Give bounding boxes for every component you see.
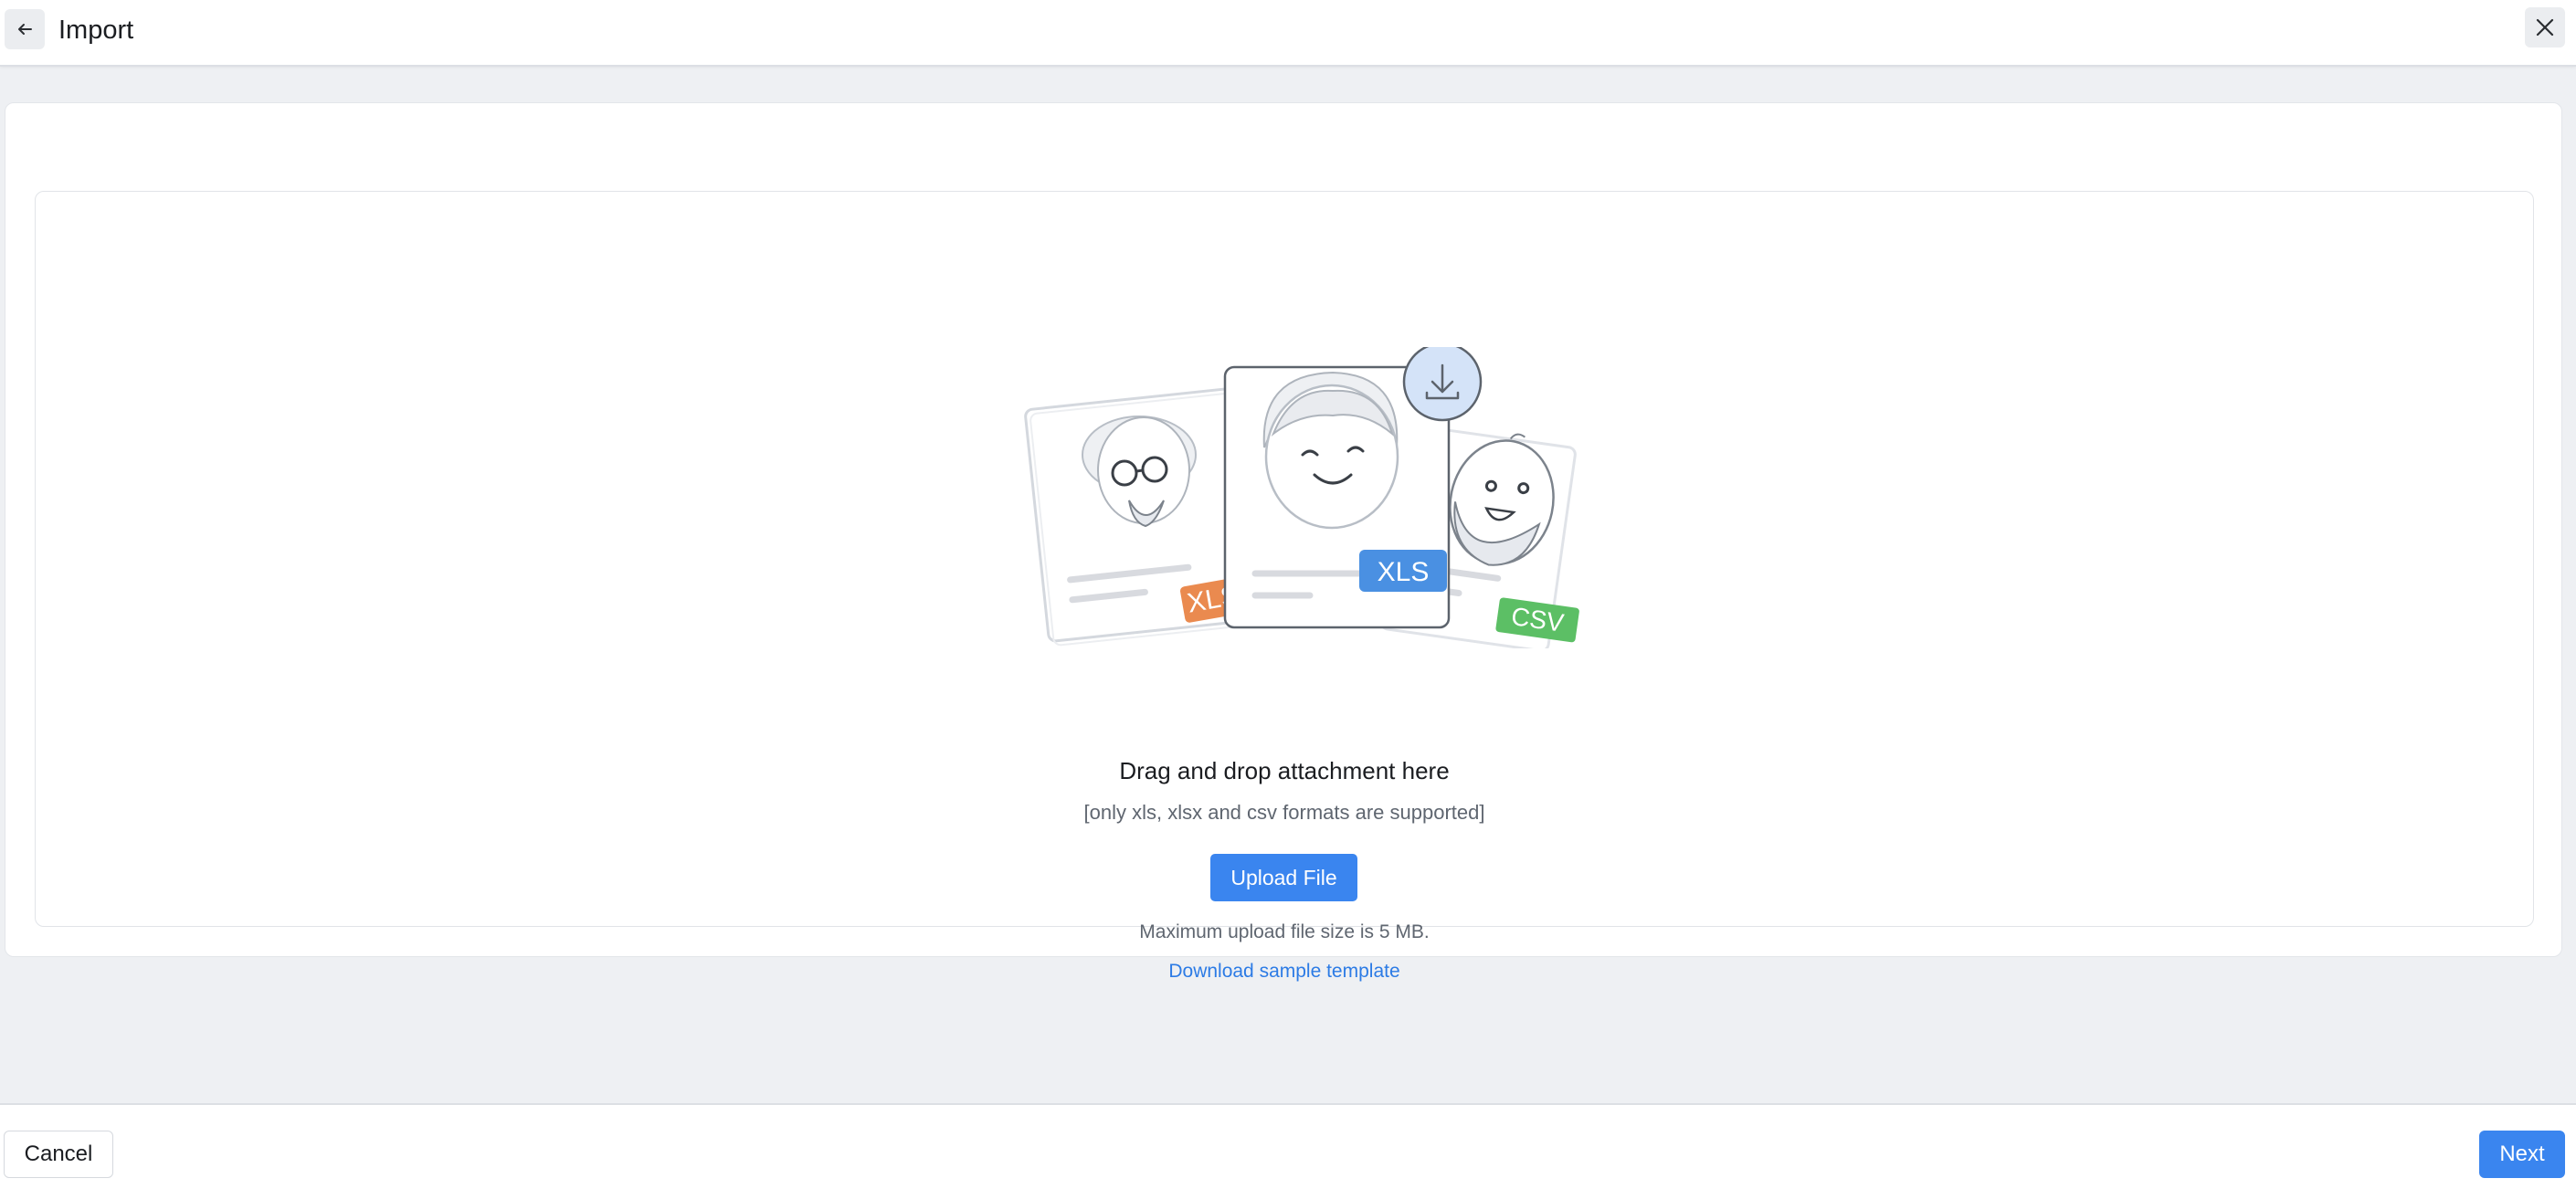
max-file-size-text: Maximum upload file size is 5 MB.	[1139, 921, 1430, 942]
person-smiling-icon	[1262, 371, 1399, 530]
badge-xls: XLS	[1378, 557, 1430, 587]
close-icon	[2536, 18, 2554, 37]
arrow-left-icon	[18, 24, 32, 35]
download-sample-template-link[interactable]: Download sample template	[36, 958, 2533, 985]
upload-file-button[interactable]: Upload File	[1210, 854, 1357, 901]
next-button[interactable]: Next	[2479, 1131, 2565, 1178]
top-bar: Import	[0, 0, 2576, 67]
import-illustration: XLSX CSV XLS	[1024, 347, 1579, 648]
page-title: Import	[58, 16, 134, 45]
import-panel: XLSX CSV XLS Drag and drop attachment he…	[5, 102, 2562, 982]
supported-formats-text: [only xls, xlsx and csv formats are supp…	[1083, 801, 1485, 824]
cancel-button[interactable]: Cancel	[4, 1131, 113, 1178]
close-button[interactable]	[2525, 7, 2565, 47]
file-dropzone[interactable]: XLSX CSV XLS Drag and drop attachment he…	[35, 191, 2534, 982]
download-icon	[1402, 347, 1483, 422]
drag-drop-text: Drag and drop attachment here	[1119, 757, 1450, 784]
bottom-bar: Cancel Next	[0, 1103, 2576, 1189]
back-button[interactable]	[5, 9, 45, 49]
